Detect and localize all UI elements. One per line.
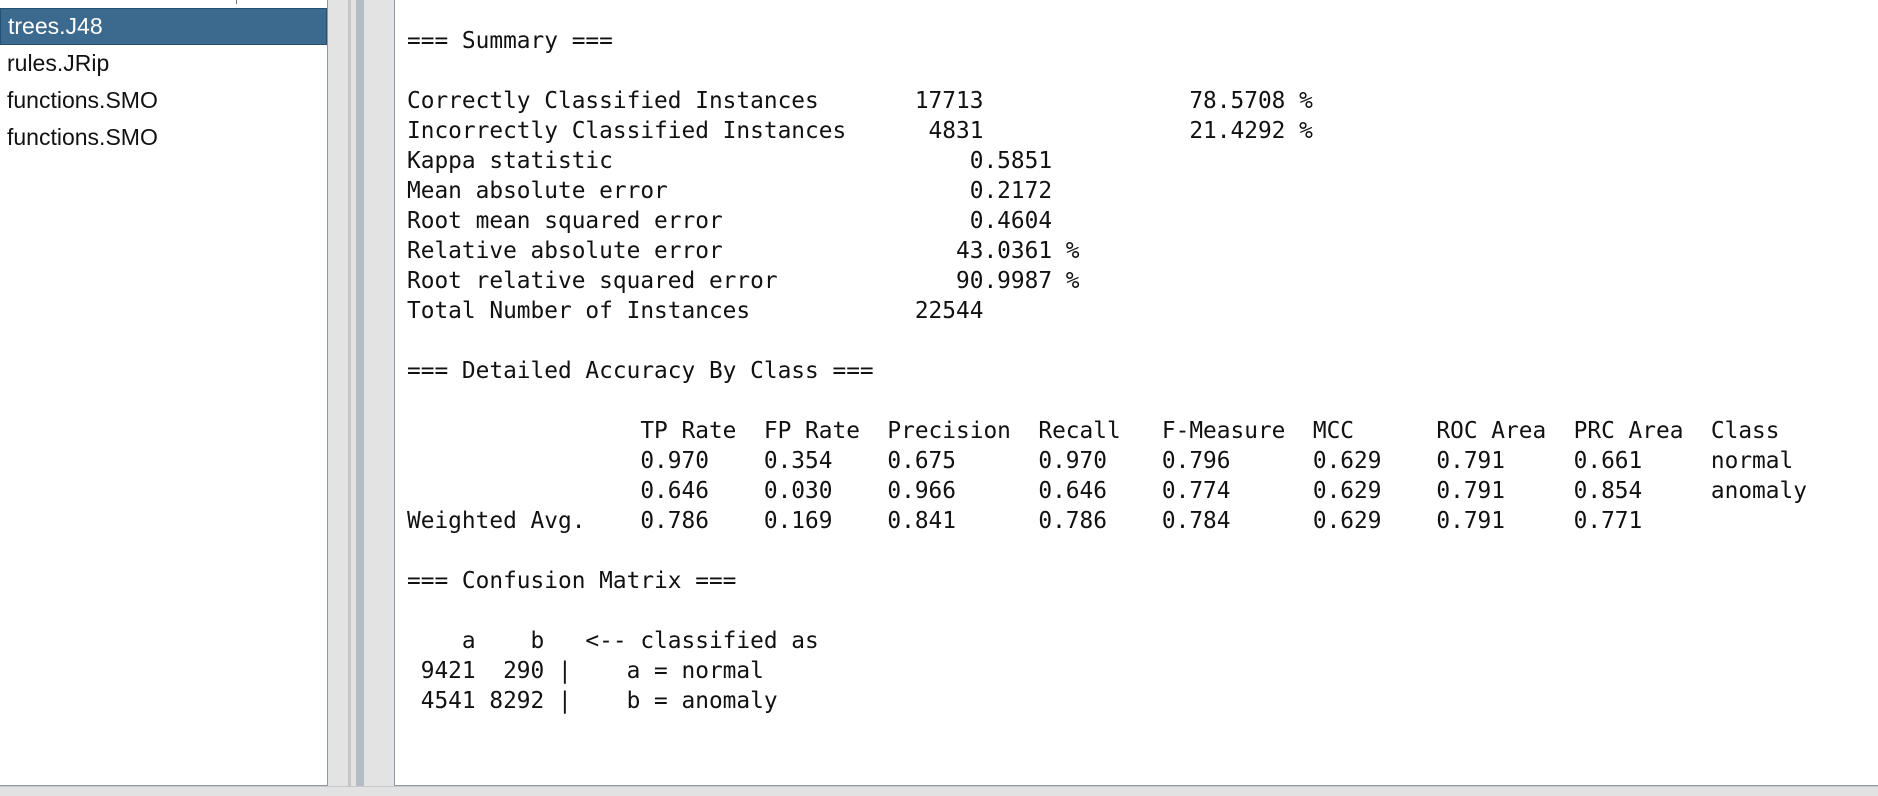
splitter-grip	[348, 0, 351, 796]
result-list: trees.J48 rules.JRip functions.SMO funct…	[0, 8, 327, 156]
result-list-item[interactable]: rules.JRip	[0, 45, 327, 82]
result-list-top-edge	[0, 0, 327, 4]
classifier-output-text[interactable]: === Summary === Correctly Classified Ins…	[407, 26, 1807, 716]
result-list-panel: trees.J48 rules.JRip functions.SMO funct…	[0, 0, 328, 786]
classifier-output-panel[interactable]: === Summary === Correctly Classified Ins…	[394, 0, 1878, 786]
bottom-scrollbar-strip[interactable]	[0, 786, 1878, 796]
result-list-item[interactable]: functions.SMO	[0, 119, 327, 156]
result-list-item[interactable]: trees.J48	[0, 8, 327, 45]
splitter-divider[interactable]	[356, 0, 364, 796]
result-list-item[interactable]: functions.SMO	[0, 82, 327, 119]
panel-splitter[interactable]	[328, 0, 394, 796]
